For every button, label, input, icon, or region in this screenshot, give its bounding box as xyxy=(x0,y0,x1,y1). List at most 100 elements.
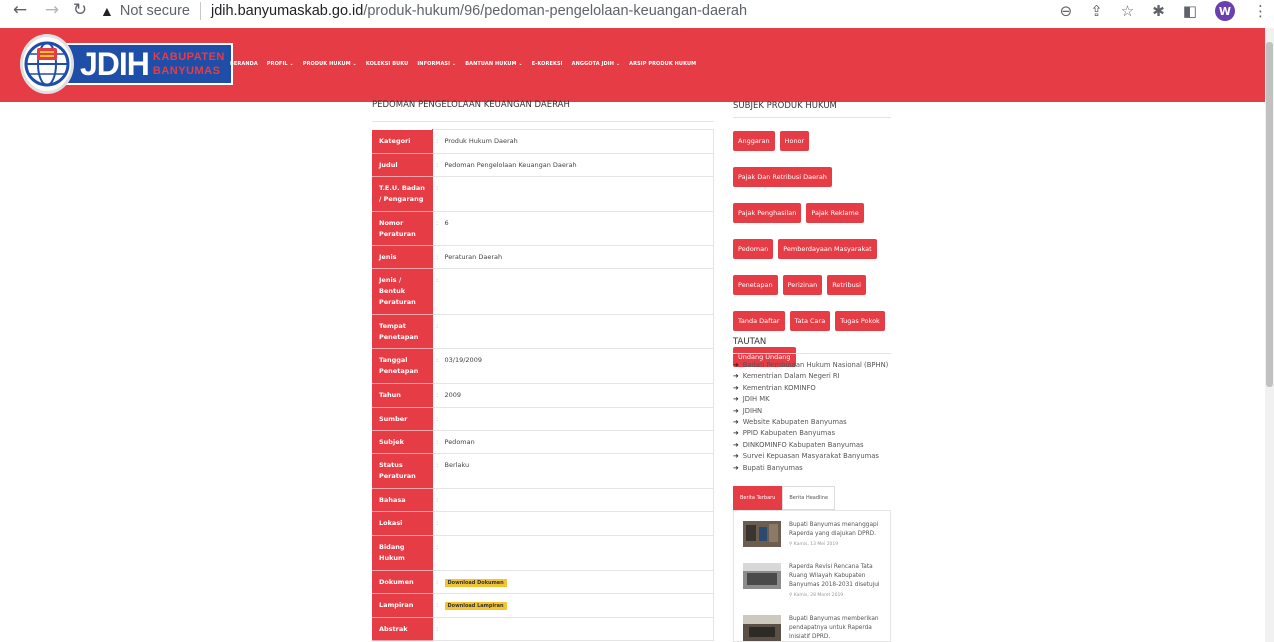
menu-item-anggota-jdih[interactable]: ANGGOTA JDIH ⌄ xyxy=(572,61,621,67)
tautan-link[interactable]: ➔ Badan Pembinaan Hukum Nasional (BPHN) xyxy=(733,360,888,371)
detail-label: Lampiran xyxy=(372,593,433,618)
detail-row: Bidang Hukum: xyxy=(372,535,714,571)
tautan-link[interactable]: ➔ JDIH MK xyxy=(733,394,888,405)
globe-logo-icon xyxy=(20,34,74,94)
news-date-text: Kamis, 13 Mei 2019 xyxy=(793,542,839,547)
download-dokumen-button[interactable]: Download Dokumen xyxy=(444,579,507,587)
tautan-link[interactable]: ➔ Kementrian Dalam Negeri RI xyxy=(733,371,888,382)
address-divider xyxy=(199,2,201,20)
subjek-tag[interactable]: Pajak Penghasilan xyxy=(733,203,802,223)
news-list: Bupati Banyumas menanggapi Raperda yang … xyxy=(733,510,891,642)
tautan-link[interactable]: ➔ Kementrian KOMINFO xyxy=(733,383,888,394)
detail-label: Subjek xyxy=(372,430,433,454)
profile-avatar[interactable]: W xyxy=(1215,1,1235,21)
menu-item-profil[interactable]: PROFIL ⌄ xyxy=(267,61,294,67)
subjek-title: SUBJEK PRODUK HUKUM xyxy=(733,101,837,111)
tautan-link[interactable]: ➔ PPID Kabupaten Banyumas xyxy=(733,428,888,439)
subjek-tag[interactable]: Honor xyxy=(779,131,810,151)
share-icon[interactable]: ⇪ xyxy=(1090,2,1103,20)
logo-main-text: JDIH xyxy=(80,45,150,82)
detail-value xyxy=(444,617,714,641)
detail-colon: : xyxy=(432,593,445,618)
subjek-tag[interactable]: Retribusi xyxy=(827,275,866,295)
subjek-tag[interactable]: Pemberdayaan Masyarakat xyxy=(778,239,877,259)
title-divider xyxy=(372,121,714,122)
menu-item-e-koreksi[interactable]: E-KOREKSI xyxy=(532,61,563,67)
url-path: /produk-hukum/96/pedoman-pengelolaan-keu… xyxy=(363,3,748,19)
security-label: Not secure xyxy=(119,3,190,19)
detail-value: Peraturan Daerah xyxy=(444,245,714,269)
subjek-tag[interactable]: Anggaran xyxy=(733,131,775,151)
tautan-link[interactable]: ➔ Bupati Banyumas xyxy=(733,463,888,474)
download-lampiran-button[interactable]: Download Lampiran xyxy=(444,602,507,610)
detail-colon: : xyxy=(432,407,445,431)
forward-arrow-icon[interactable]: → xyxy=(38,0,66,20)
kebab-menu-icon[interactable]: ⋮ xyxy=(1253,2,1268,20)
detail-row: Jenis / Bentuk Peraturan: xyxy=(372,268,714,315)
tautan-link[interactable]: ➔ JDIHN xyxy=(733,406,888,417)
reload-icon[interactable]: ↻ xyxy=(66,0,94,20)
tautan-link-label: Website Kabupaten Banyumas xyxy=(742,418,847,427)
detail-value: Pedoman xyxy=(444,430,714,454)
tautan-title: TAUTAN xyxy=(733,337,767,347)
site-logo[interactable]: JDIH KABUPATEN BANYUMAS xyxy=(20,34,233,94)
back-arrow-icon[interactable]: ← xyxy=(6,0,34,20)
tautan-link-label: Bupati Banyumas xyxy=(742,463,803,472)
subjek-tag[interactable]: Tanda Daftar xyxy=(733,311,785,331)
detail-row: Lampiran: Download Lampiran xyxy=(372,593,714,618)
detail-colon: : xyxy=(432,153,445,177)
news-thumbnail xyxy=(743,563,781,589)
menu-item-bantuan-hukum[interactable]: BANTUAN HUKUM ⌄ xyxy=(465,61,522,67)
star-icon[interactable]: ☆ xyxy=(1121,2,1134,20)
news-item[interactable]: Bupati Banyumas menanggapi Raperda yang … xyxy=(743,521,884,547)
detail-row: Dokumen: Download Dokumen xyxy=(372,570,714,594)
side-panel-icon[interactable]: ◧ xyxy=(1183,2,1197,20)
detail-colon: : xyxy=(432,348,445,384)
menu-item-koleksi-buku[interactable]: KOLEKSI BUKU xyxy=(366,61,409,67)
subjek-tag[interactable]: Pajak Reklame xyxy=(806,203,864,223)
tautan-link-label: JDIHN xyxy=(742,406,763,415)
tautan-link[interactable]: ➔ DINKOMINFO Kabupaten Banyumas xyxy=(733,440,888,451)
menu-item-beranda[interactable]: BERANDA xyxy=(230,61,258,67)
page-scrollbar[interactable] xyxy=(1265,28,1274,642)
news-item[interactable]: Raperda Revisi Rencana Tata Ruang Wilaya… xyxy=(743,563,884,598)
page-title: PEDOMAN PENGELOLAAN KEUANGAN DAERAH xyxy=(372,100,570,110)
detail-label: Kategori xyxy=(372,129,433,154)
subjek-divider xyxy=(733,117,891,118)
logo-sub-line2: BANYUMAS xyxy=(152,65,221,77)
warning-triangle-icon: ▲ xyxy=(100,3,114,19)
menu-item-produk-hukum[interactable]: PRODUK HUKUM ⌄ xyxy=(303,61,357,67)
menu-item-informasi[interactable]: INFORMASI ⌄ xyxy=(417,61,456,67)
detail-value xyxy=(444,314,714,349)
subjek-tag[interactable]: Tata Cara xyxy=(789,311,831,331)
news-title: Bupati Banyumas memberikan pendapatnya u… xyxy=(789,616,879,640)
subjek-tag[interactable]: Penetapan xyxy=(733,275,778,295)
tautan-link[interactable]: ➔ Survei Kepuasan Masyarakat Banyumas xyxy=(733,451,888,462)
url-host: jdih.banyumaskab.go.id xyxy=(210,3,364,19)
detail-table: Kategori: Produk Hukum Daerah Judul: Pedoma… xyxy=(372,129,714,641)
news-thumbnail xyxy=(743,521,781,547)
tab-berita-terbaru[interactable]: Berita Terbaru xyxy=(733,486,783,510)
zoom-icon[interactable]: ⊖ xyxy=(1060,2,1073,20)
arrow-right-icon: ➔ xyxy=(733,406,739,415)
detail-colon: : xyxy=(432,453,445,489)
tautan-link-label: Kementrian KOMINFO xyxy=(742,383,816,392)
menu-item-arsip[interactable]: ARSIP PRODUK HUKUM xyxy=(629,61,696,67)
detail-colon: : xyxy=(432,535,445,571)
detail-label: Bahasa xyxy=(372,488,433,512)
subjek-tag[interactable]: Pajak Dan Retribusi Daerah xyxy=(733,167,832,187)
detail-colon: : xyxy=(432,314,445,349)
tautan-link[interactable]: ➔ Website Kabupaten Banyumas xyxy=(733,417,888,428)
subjek-tag[interactable]: Perizinan xyxy=(782,275,823,295)
detail-label: Dokumen xyxy=(372,570,433,594)
subjek-tag[interactable]: Pedoman xyxy=(733,239,774,259)
subjek-tag[interactable]: Tugas Pokok xyxy=(835,311,885,331)
extensions-icon[interactable]: ✱ xyxy=(1152,2,1165,20)
address-bar[interactable]: ▲ Not secure jdih.banyumaskab.go.id/prod… xyxy=(100,0,1150,22)
news-item[interactable]: Bupati Banyumas memberikan pendapatnya u… xyxy=(743,615,884,641)
tab-berita-headline[interactable]: Berita Headline xyxy=(782,486,836,510)
tautan-divider xyxy=(733,353,891,354)
detail-colon: : xyxy=(432,245,445,269)
scrollbar-thumb[interactable] xyxy=(1266,42,1273,387)
news-title: Raperda Revisi Rencana Tata Ruang Wilaya… xyxy=(789,564,880,588)
